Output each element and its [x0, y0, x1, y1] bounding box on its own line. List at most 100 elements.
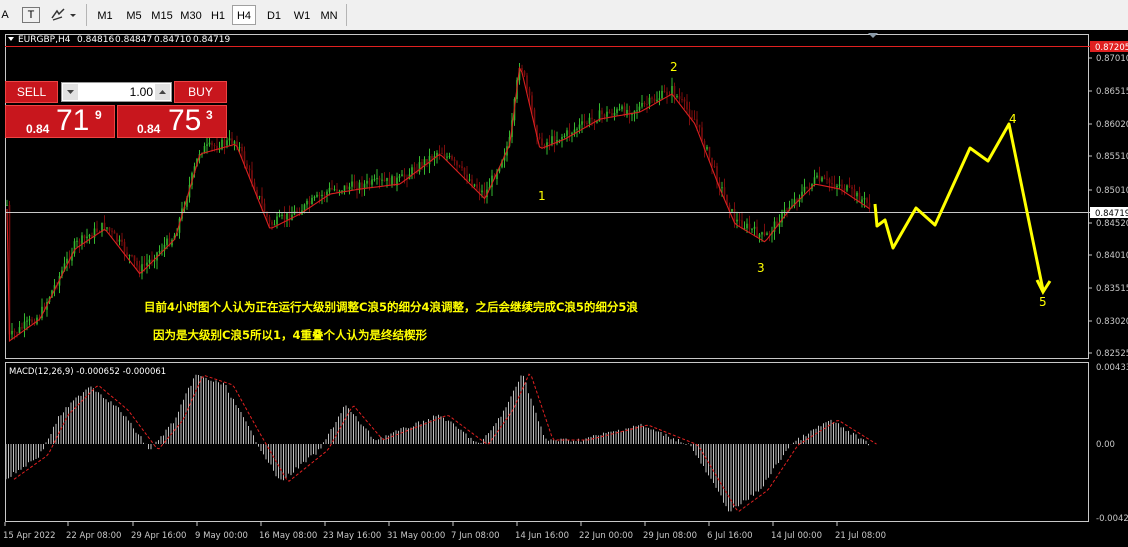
candle-body [586, 122, 588, 124]
candle-body [346, 185, 348, 190]
candle-body [618, 109, 621, 111]
candle-body [388, 178, 391, 185]
timeframe-h1[interactable]: H1 [206, 5, 230, 25]
text-tool-icon[interactable]: A [0, 5, 10, 25]
time-tick-label: 29 Apr 16:00 [131, 531, 186, 541]
timeframe-m5[interactable]: M5 [121, 5, 147, 25]
candle-body [731, 209, 733, 212]
candle-body [273, 224, 276, 226]
candle-body [866, 198, 868, 203]
candle-body [713, 166, 716, 168]
candle-body [751, 228, 753, 230]
volume-field[interactable]: 1.00 [61, 82, 172, 102]
sell-price-button[interactable]: 0.84 71 9 [5, 104, 115, 138]
sell-button[interactable]: SELL [5, 81, 58, 103]
timeframe-h4[interactable]: H4 [232, 5, 256, 25]
candle-body [806, 186, 808, 188]
candle-body [601, 110, 603, 115]
time-tick-label: 22 Jun 00:00 [579, 531, 633, 541]
candle-body [243, 151, 246, 164]
candle-body [746, 223, 748, 229]
candle-body [456, 161, 458, 166]
candle-body [133, 255, 136, 261]
candle-body [706, 146, 708, 150]
candle-body [281, 214, 283, 216]
candle-body [853, 189, 856, 197]
candle-body [126, 252, 128, 256]
candle-body [576, 128, 578, 130]
timeframe-d1[interactable]: D1 [262, 5, 286, 25]
candle-body [591, 117, 593, 120]
candle-body [76, 240, 78, 242]
candle-body [458, 165, 461, 167]
candle-body [443, 153, 446, 158]
candle-body [206, 144, 208, 146]
time-tick-label: 16 May 08:00 [259, 531, 317, 541]
candle-body [748, 223, 751, 230]
macd-tick-label: -0.004295 [1096, 514, 1128, 524]
candle-body [353, 181, 356, 188]
price-tick-label: 0.87010 [1096, 54, 1128, 64]
candle-body [681, 99, 683, 100]
candle-body [673, 86, 676, 97]
candle-body [121, 239, 123, 242]
candle-body [466, 174, 468, 181]
candle-body [106, 227, 108, 229]
candle-body [638, 106, 641, 111]
candle-body [118, 239, 121, 242]
candle-body [366, 180, 368, 184]
candle-body [131, 255, 133, 257]
candle-body [28, 319, 31, 321]
candle-body [861, 199, 863, 203]
candle-body [313, 196, 316, 198]
candle-body [461, 166, 463, 168]
timeframe-w1[interactable]: W1 [290, 5, 314, 25]
candle-body [326, 191, 328, 196]
candle-body [578, 124, 581, 129]
candle-body [651, 97, 653, 99]
text-label-icon[interactable]: T [22, 7, 40, 23]
time-tick-label: 14 Jul 00:00 [771, 531, 822, 541]
candle-body [666, 91, 668, 96]
candle-body [863, 198, 866, 200]
candle-body [678, 96, 681, 99]
candle-body [663, 90, 666, 92]
candle-body [583, 121, 586, 123]
buy-price-button[interactable]: 0.84 75 3 [117, 104, 227, 138]
candle-body [693, 119, 696, 121]
timeframe-m1[interactable]: M1 [92, 5, 118, 25]
price-tick-label: 0.83020 [1096, 317, 1128, 327]
volume-value[interactable]: 1.00 [80, 83, 153, 101]
candle-body [588, 117, 591, 124]
candle-body [481, 190, 483, 193]
chart-shift-icon[interactable] [868, 33, 878, 38]
candle-body [851, 186, 853, 190]
candle-body [398, 176, 401, 178]
buy-button[interactable]: BUY [174, 81, 227, 103]
volume-increase-button[interactable] [155, 84, 170, 100]
candle-body [223, 139, 226, 146]
symbol-dropdown-icon[interactable] [8, 37, 14, 41]
candle-body [233, 141, 236, 144]
candle-body [766, 233, 768, 236]
chart-window[interactable]: EURGBP,H4 0.84816 0.84847 0.84710 0.8471… [0, 30, 1128, 547]
timeframe-m30[interactable]: M30 [177, 5, 205, 25]
candle-body [361, 182, 363, 189]
buy-price-big: 75 [168, 104, 202, 137]
shapes-dropdown-icon[interactable] [48, 5, 78, 25]
candle-body [336, 189, 338, 192]
candle-body [113, 231, 116, 234]
candle-body [541, 138, 543, 145]
candle-body [711, 157, 713, 167]
candle-body [838, 184, 841, 186]
timeframe-m15[interactable]: M15 [148, 5, 176, 25]
volume-increase-icon [159, 90, 166, 94]
candle-body [348, 186, 351, 190]
volume-decrease-button[interactable] [63, 84, 78, 100]
candle-body [21, 327, 23, 329]
timeframe-mn[interactable]: MN [316, 5, 342, 25]
price-tick-label: 0.83515 [1096, 284, 1128, 294]
candle-body [413, 167, 416, 172]
candle-body [446, 156, 448, 158]
price-tick-label: 0.82525 [1096, 349, 1128, 359]
